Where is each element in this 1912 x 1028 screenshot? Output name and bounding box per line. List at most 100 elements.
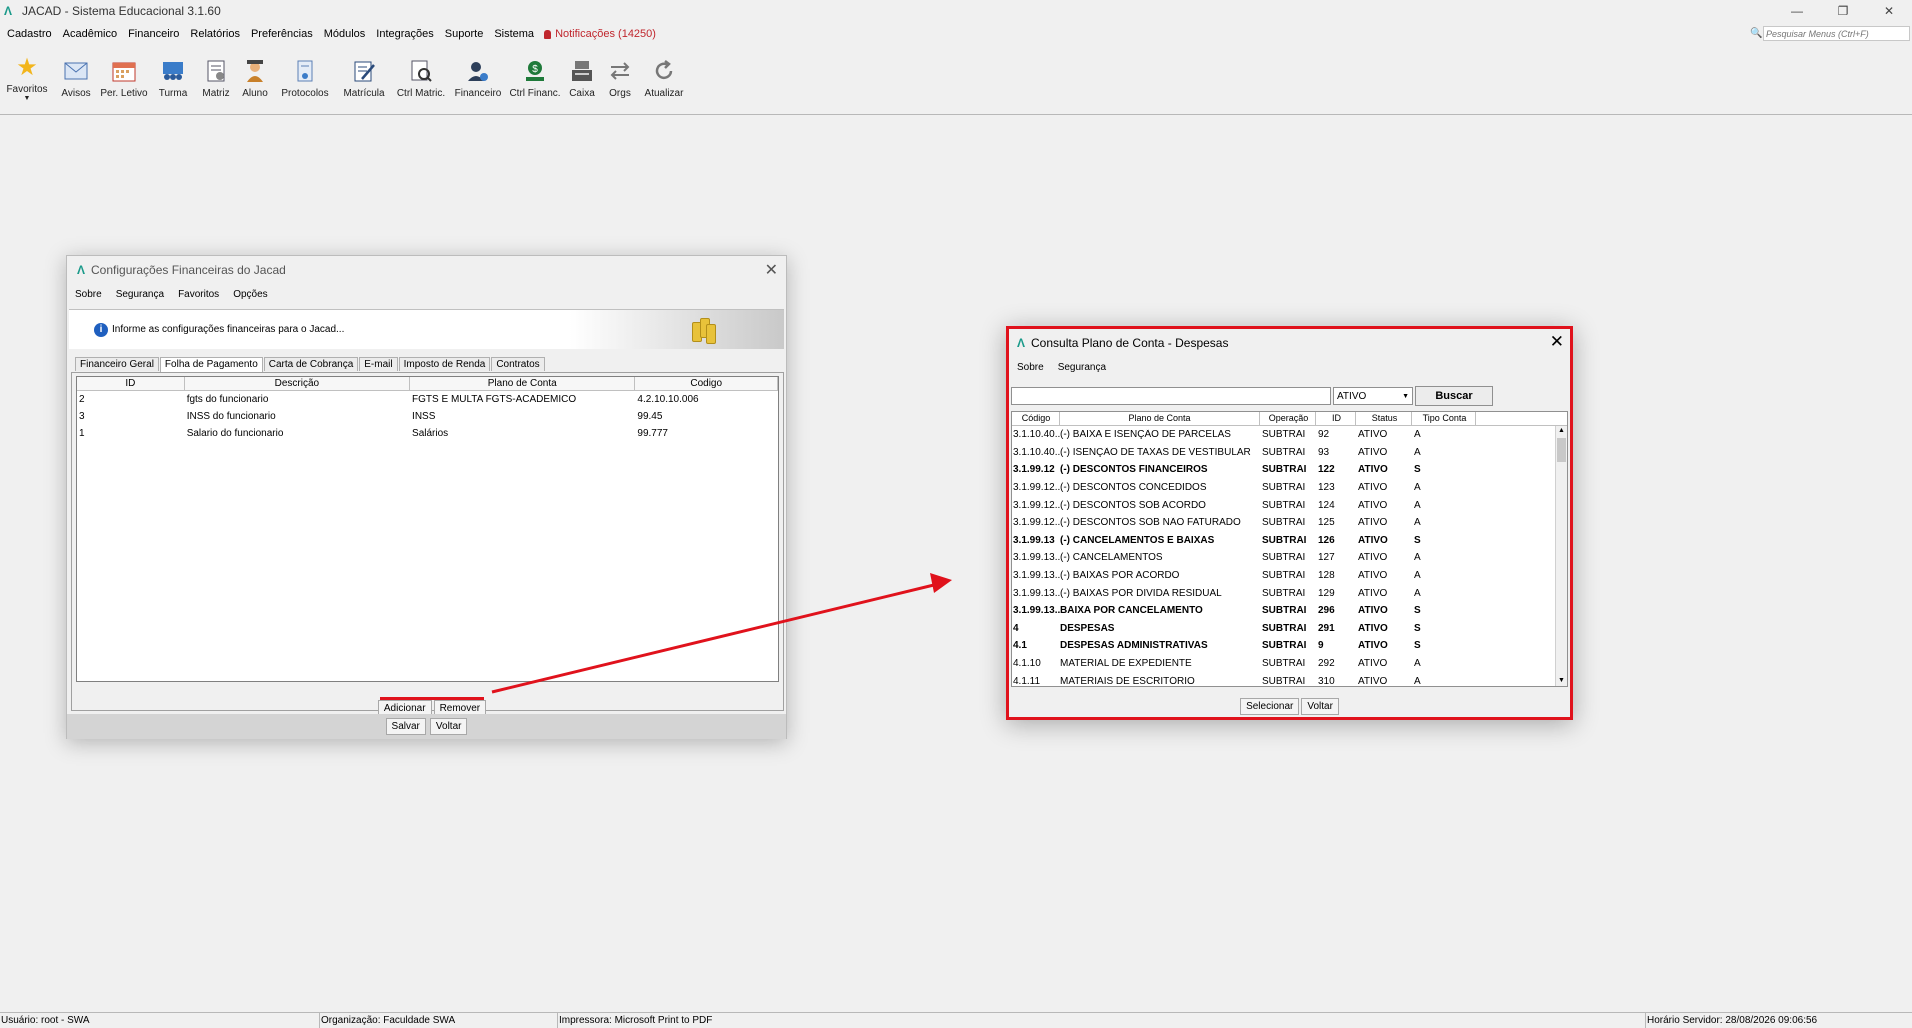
table-row[interactable]: 3.1.99.12 (-) DESCONTOS FINANCEIROS SUBTRA… [1012, 461, 1567, 479]
col-plano-de-conta[interactable]: Plano de Conta [410, 377, 636, 390]
menu-academico[interactable]: Acadêmico [63, 28, 117, 40]
table-row[interactable]: 3 INSS do funcionario INSS 99.45 [77, 408, 778, 425]
menu-seguranca[interactable]: Segurança [1058, 362, 1106, 373]
close-icon[interactable]: ✕ [1550, 332, 1564, 352]
col-id[interactable]: ID [1316, 412, 1356, 425]
col-status[interactable]: Status [1356, 412, 1412, 425]
col-plano-de-conta[interactable]: Plano de Conta [1060, 412, 1260, 425]
menu-sobre[interactable]: Sobre [75, 289, 102, 300]
toolbar-favoritos[interactable]: ★ Favoritos ▼ [0, 52, 54, 103]
menu-search-input[interactable] [1763, 26, 1910, 41]
menu-cadastro[interactable]: Cadastro [7, 28, 52, 40]
tab-email[interactable]: E-mail [359, 357, 398, 371]
menu-sobre[interactable]: Sobre [1017, 362, 1044, 373]
toolbar-aluno[interactable]: Aluno [236, 52, 274, 99]
cell-id: 124 [1318, 499, 1335, 511]
search-button[interactable]: Buscar [1415, 386, 1493, 406]
toolbar-per-letivo[interactable]: Per. Letivo [98, 52, 150, 99]
menu-preferencias[interactable]: Preferências [251, 28, 313, 40]
menu-favoritos[interactable]: Favoritos [178, 289, 219, 300]
table-row[interactable]: 3.1.99.13....(-) BAIXAS POR DIVIDA RESID… [1012, 584, 1567, 602]
close-icon[interactable]: ✕ [1866, 0, 1912, 22]
cell-status: ATIVO [1358, 640, 1388, 652]
close-icon[interactable]: ✕ [765, 260, 778, 280]
cell-operacao: SUBTRAI [1262, 499, 1306, 511]
back-button[interactable]: Voltar [1301, 697, 1339, 715]
toolbar-avisos[interactable]: Avisos [54, 52, 98, 99]
restore-icon[interactable]: ❐ [1820, 0, 1866, 22]
cell-status: ATIVO [1358, 622, 1388, 634]
col-operacao[interactable]: Operação [1260, 412, 1316, 425]
table-row[interactable]: 3.1.99.13....(-) CANCELAMENTOS SUBTRAI 127… [1012, 549, 1567, 567]
toolbar-atualizar[interactable]: Atualizar [640, 52, 688, 99]
table-row[interactable]: 3.1.99.13....BAIXA POR CANCELAMENTO SUBTR… [1012, 602, 1567, 620]
col-id[interactable]: ID [77, 377, 185, 390]
student-icon [242, 58, 268, 84]
scroll-down-icon[interactable]: ▼ [1556, 676, 1567, 686]
toolbar-ctrl-financ[interactable]: $ Ctrl Financ. [506, 52, 564, 99]
table-row[interactable]: 1 Salario do funcionario Salários 99.777 [77, 425, 778, 442]
table-row[interactable]: 2 fgts do funcionario FGTS E MULTA FGTS-… [77, 391, 778, 408]
menu-sistema[interactable]: Sistema [494, 28, 534, 40]
tab-financeiro-geral[interactable]: Financeiro Geral [75, 357, 159, 371]
table-row[interactable]: 3.1.99.12....(-) DESCONTOS SOB NÃO FATUR… [1012, 514, 1567, 532]
table-row[interactable]: 4.1.10 MATERIAL DE EXPEDIENTE SUBTRAI 292 AT… [1012, 655, 1567, 673]
scroll-thumb[interactable] [1557, 438, 1566, 462]
cell-status: ATIVO [1358, 675, 1388, 687]
folha-table: ID Descrição Plano de Conta Codigo 2 fgt… [76, 376, 779, 682]
toolbar-caixa[interactable]: Caixa [564, 52, 600, 99]
toolbar-ctrl-matric[interactable]: Ctrl Matric. [392, 52, 450, 99]
table-row[interactable]: 3.1.99.12....(-) DESCONTOS SOB ACORDO SUB… [1012, 496, 1567, 514]
table-row[interactable]: 3.1.10.40....(-) ISENÇÃO DE TAXAS DE VES… [1012, 444, 1567, 462]
menu-suporte[interactable]: Suporte [445, 28, 484, 40]
menu-financeiro[interactable]: Financeiro [128, 28, 179, 40]
cell-codigo: 3.1.99.13 [1013, 534, 1055, 546]
cell-codigo: 3.1.99.13.... [1013, 605, 1060, 617]
table-row[interactable]: 4.1 DESPESAS ADMINISTRATIVAS SUBTRAI 9 ATIVO… [1012, 637, 1567, 655]
cell-status: ATIVO [1358, 517, 1388, 529]
cell-operacao: SUBTRAI [1262, 675, 1306, 687]
table-row[interactable]: 3.1.10.40....(-) BAIXA E ISENÇÃO DE PARC… [1012, 426, 1567, 444]
status-select[interactable]: ATIVO ▼ [1333, 387, 1413, 405]
cell-operacao: SUBTRAI [1262, 446, 1306, 458]
cell-id: 1 [79, 428, 85, 439]
toolbar-matricula[interactable]: Matrícula [336, 52, 392, 99]
table-row[interactable]: 4 DESPESAS SUBTRAI 291 ATIVO S [1012, 620, 1567, 638]
toolbar-protocolos[interactable]: Protocolos [274, 52, 336, 99]
tab-imposto-de-renda[interactable]: Imposto de Renda [398, 357, 491, 371]
table-row[interactable]: 3.1.99.12....(-) DESCONTOS CONCEDIDOS SUB… [1012, 479, 1567, 497]
search-input[interactable] [1011, 387, 1331, 405]
cell-operacao: SUBTRAI [1262, 517, 1306, 529]
table-row[interactable]: 3.1.99.13 (-) CANCELAMENTOS E BAIXAS SUBTR… [1012, 532, 1567, 550]
col-descricao[interactable]: Descrição [185, 377, 411, 390]
menu-modulos[interactable]: Módulos [324, 28, 366, 40]
toolbar-orgs[interactable]: Orgs [600, 52, 640, 99]
scroll-up-icon[interactable]: ▲ [1556, 426, 1567, 436]
svg-text:$: $ [532, 64, 538, 75]
save-button[interactable]: Salvar [385, 718, 426, 735]
minimize-icon[interactable]: — [1774, 0, 1820, 22]
col-codigo[interactable]: Codigo [635, 377, 778, 390]
tab-contratos[interactable]: Contratos [491, 357, 545, 371]
table-row[interactable]: 4.1.11 MATERIAIS DE ESCRITÓRIO SUBTRAI 310 A… [1012, 672, 1567, 687]
tab-carta-de-cobranca[interactable]: Carta de Cobrança [263, 357, 359, 371]
select-button[interactable]: Selecionar [1240, 697, 1300, 715]
cell-status: ATIVO [1358, 534, 1388, 546]
table-row[interactable]: 3.1.99.13....(-) BAIXAS POR ACORDO SUBTRA… [1012, 567, 1567, 585]
toolbar-financeiro[interactable]: Financeiro [450, 52, 506, 99]
menu-seguranca[interactable]: Segurança [116, 289, 164, 300]
menu-relatorios[interactable]: Relatórios [190, 28, 240, 40]
cell-id: 92 [1318, 429, 1330, 441]
vertical-scrollbar[interactable]: ▲ ▼ [1555, 426, 1567, 686]
col-tipo-conta[interactable]: Tipo Conta [1412, 412, 1476, 425]
toolbar-matriz[interactable]: Matriz [196, 52, 236, 99]
menu-integracoes[interactable]: Integrações [376, 28, 433, 40]
chevron-down-icon: ▼ [1402, 392, 1409, 400]
tab-folha-de-pagamento[interactable]: Folha de Pagamento [159, 357, 263, 372]
notifications-link[interactable]: Notificações (14250) [544, 28, 656, 40]
toolbar-turma[interactable]: Turma [150, 52, 196, 99]
back-button[interactable]: Voltar [429, 718, 468, 735]
menu-opcoes[interactable]: Opções [233, 289, 267, 300]
protocol-icon [292, 58, 318, 84]
col-codigo[interactable]: Código [1012, 412, 1060, 425]
